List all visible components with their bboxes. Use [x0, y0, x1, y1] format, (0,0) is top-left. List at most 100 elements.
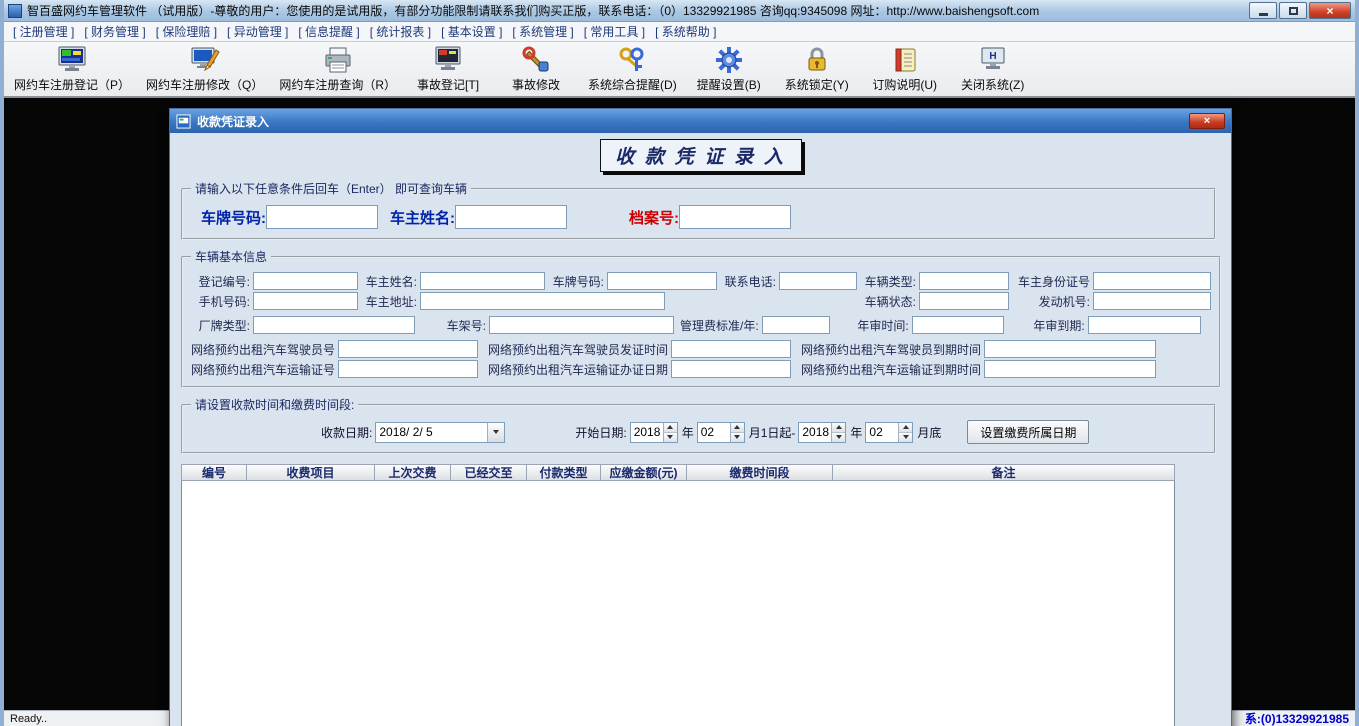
col-header-id: 编号: [181, 464, 247, 481]
transport-cert-number-input[interactable]: [338, 360, 478, 378]
menu-info-reminder[interactable]: [ 信息提醒 ]: [293, 21, 364, 42]
tool-order-info[interactable]: 订购说明(U): [869, 45, 941, 93]
titlebar[interactable]: 智百盛网约车管理软件 （试用版）-尊敬的用户：您使用的是试用版，有部分功能限制请…: [4, 0, 1355, 22]
plate-number-search-input[interactable]: [266, 205, 378, 229]
system-lock-icon: [802, 45, 832, 75]
tool-system-lock[interactable]: 系统锁定(Y): [781, 45, 853, 93]
file-number-search-input[interactable]: [679, 205, 791, 229]
field-label: 网络预约出租汽车运输证号: [191, 361, 338, 378]
brand-model-input[interactable]: [253, 316, 415, 334]
menu-system-help[interactable]: [ 系统帮助 ]: [650, 21, 721, 42]
maximize-icon: [1289, 7, 1298, 15]
owner-name-info-input[interactable]: [420, 272, 545, 290]
registration-number-input[interactable]: [253, 272, 358, 290]
search-group: 请输入以下任意条件后回车（Enter） 即可查询车辆 车牌号码: 车主姓名: 档…: [181, 180, 1216, 240]
menu-change-mgmt[interactable]: [ 异动管理 ]: [222, 21, 293, 42]
tool-modify[interactable]: 网约车注册修改（Q）: [146, 45, 263, 93]
field-label: 车主姓名:: [358, 273, 420, 290]
transport-cert-issue-date-input[interactable]: [671, 360, 791, 378]
owner-name-search-input[interactable]: [455, 205, 567, 229]
tool-label: 网约车注册修改（Q）: [146, 76, 263, 93]
start-year-spinner[interactable]: 2018: [630, 422, 678, 443]
info-row-5: 网络预约出租汽车运输证号 网络预约出租汽车运输证办证日期 网络预约出租汽车运输证…: [191, 360, 1211, 378]
maximize-button[interactable]: [1279, 2, 1307, 19]
driver-cert-expiry-input[interactable]: [984, 340, 1156, 358]
driver-cert-number-input[interactable]: [338, 340, 478, 358]
management-fee-input[interactable]: [762, 316, 830, 334]
spinner-down-icon[interactable]: [899, 432, 912, 442]
contact-phone-input[interactable]: [779, 272, 857, 290]
spinner-up-icon[interactable]: [899, 423, 912, 432]
dialog-titlebar[interactable]: 收款凭证录入 ×: [170, 109, 1231, 133]
dialog-body: 收 款 凭 证 录 入 请输入以下任意条件后回车（Enter） 即可查询车辆 车…: [170, 133, 1231, 726]
minimize-button[interactable]: [1249, 2, 1277, 19]
owner-id-number-input[interactable]: [1093, 272, 1211, 290]
spinner-up-icon[interactable]: [731, 423, 744, 432]
transport-cert-expiry-input[interactable]: [984, 360, 1156, 378]
vehicle-status-input[interactable]: [919, 292, 1009, 310]
menu-basic-settings[interactable]: [ 基本设置 ]: [436, 21, 507, 42]
menu-statistics-reports[interactable]: [ 统计报表 ]: [365, 21, 436, 42]
end-year-spinner[interactable]: 2018: [798, 422, 846, 443]
tool-reminder-settings[interactable]: 提醒设置(B): [693, 45, 765, 93]
tool-label: 事故修改: [512, 76, 560, 93]
toolbar: 网约车注册登记（P） 网约车注册修改（Q） 网约车注册查询（R） 事故登记[T]…: [4, 42, 1355, 98]
spinner-down-icon[interactable]: [664, 432, 677, 442]
tool-system-reminder[interactable]: 系统综合提醒(D): [588, 45, 677, 93]
vehicle-type-input[interactable]: [919, 272, 1009, 290]
col-header-payment-type: 付款类型: [527, 464, 601, 481]
end-month-value: 02: [866, 423, 898, 442]
owner-address-input[interactable]: [420, 292, 665, 310]
close-button[interactable]: ×: [1309, 2, 1351, 19]
field-label: 车牌号码:: [545, 273, 607, 290]
tool-close-system[interactable]: H 关闭系统(Z): [957, 45, 1029, 93]
set-payment-period-button[interactable]: 设置缴费所属日期: [967, 420, 1089, 444]
collect-date-select[interactable]: 2018/ 2/ 5: [375, 422, 505, 443]
col-header-amount-due: 应缴金额(元): [601, 464, 687, 481]
info-row-1: 登记编号: 车主姓名: 车牌号码: 联系电话: 车辆类型: 车主身份证号: [191, 272, 1211, 290]
tool-register[interactable]: 网约车注册登记（P）: [14, 45, 130, 93]
vin-input[interactable]: [489, 316, 674, 334]
col-header-paid-until: 已经交至: [451, 464, 527, 481]
app-icon: [8, 4, 22, 18]
menu-finance-mgmt[interactable]: [ 财务管理 ]: [79, 21, 150, 42]
field-label: 管理费标准/年:: [680, 317, 762, 334]
menu-insurance-claims[interactable]: [ 保险理赔 ]: [151, 21, 222, 42]
table-body[interactable]: [181, 481, 1175, 726]
payment-period-group: 请设置收款时间和缴费时间段: 收款日期: 2018/ 2/ 5 开始日期: 20…: [181, 396, 1216, 454]
plate-number-info-input[interactable]: [607, 272, 717, 290]
spinner-down-icon[interactable]: [731, 432, 744, 442]
table-header: 编号 收费项目 上次交费 已经交至 付款类型 应缴金额(元) 缴费时间段 备注: [181, 464, 1175, 481]
annual-review-date-input[interactable]: [912, 316, 1004, 334]
dialog-close-button[interactable]: ×: [1189, 113, 1225, 129]
mobile-number-input[interactable]: [253, 292, 358, 310]
tool-accident-modify[interactable]: 事故修改: [500, 45, 572, 93]
end-month-spinner[interactable]: 02: [865, 422, 913, 443]
tool-label: 关闭系统(Z): [961, 76, 1024, 93]
field-label: 登记编号:: [191, 273, 253, 290]
menu-register-mgmt[interactable]: [ 注册管理 ]: [8, 21, 79, 42]
from-label: 月1日起-: [749, 424, 796, 441]
tool-accident-register[interactable]: 事故登记[T]: [412, 45, 484, 93]
spinner-up-icon[interactable]: [664, 423, 677, 432]
start-month-spinner[interactable]: 02: [697, 422, 745, 443]
dropdown-arrow-icon[interactable]: [487, 423, 504, 442]
annual-review-expiry-input[interactable]: [1088, 316, 1201, 334]
field-label: 车架号:: [427, 317, 489, 334]
info-row-3: 厂牌类型: 车架号: 管理费标准/年: 年审时间: 年审到期:: [191, 316, 1211, 334]
menu-system-mgmt[interactable]: [ 系统管理 ]: [507, 21, 578, 42]
payment-row: 收款日期: 2018/ 2/ 5 开始日期: 2018 年 02: [191, 418, 1206, 446]
field-label: 车主地址:: [358, 293, 420, 310]
engine-number-input[interactable]: [1093, 292, 1211, 310]
end-label: 月底: [917, 424, 941, 441]
driver-cert-issue-date-input[interactable]: [671, 340, 791, 358]
system-reminder-icon: [617, 45, 647, 75]
info-row-2: 手机号码: 车主地址: 车辆状态: 发动机号:: [191, 292, 1211, 310]
tool-query[interactable]: 网约车注册查询（R）: [279, 45, 396, 93]
spinner-up-icon[interactable]: [832, 423, 845, 432]
register-icon: [57, 45, 87, 75]
col-header-fee-item: 收费项目: [247, 464, 375, 481]
menu-common-tools[interactable]: [ 常用工具 ]: [579, 21, 650, 42]
spinner-down-icon[interactable]: [832, 432, 845, 442]
vehicle-info-title: 车辆基本信息: [191, 248, 271, 265]
